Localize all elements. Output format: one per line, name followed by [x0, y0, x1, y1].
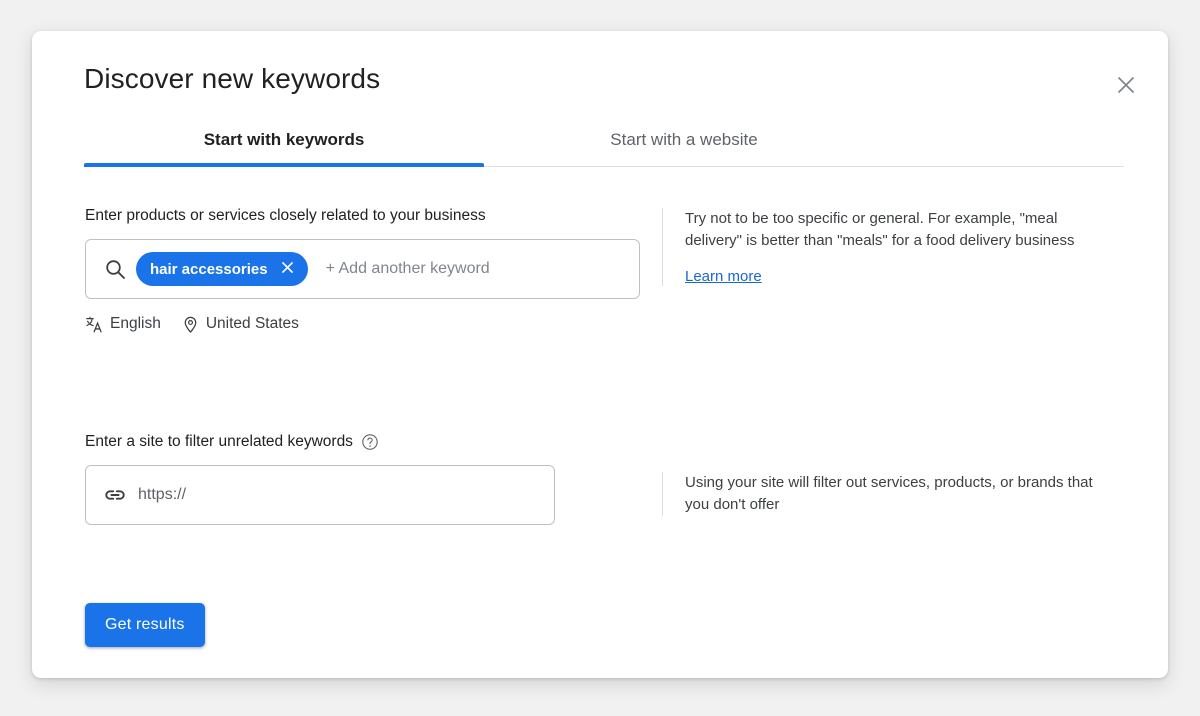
keywords-field-label: Enter products or services closely relat…: [85, 207, 486, 224]
help-circle-icon[interactable]: [361, 433, 379, 451]
keyword-chip-label: hair accessories: [150, 260, 268, 278]
site-url-placeholder[interactable]: https://: [138, 486, 542, 504]
site-hint-text: Using your site will filter out services…: [685, 474, 1093, 513]
search-icon: [98, 257, 132, 281]
language-selector[interactable]: English: [85, 315, 161, 334]
close-icon: [1115, 74, 1137, 96]
location-pin-icon: [181, 315, 200, 334]
translate-icon: [85, 315, 104, 334]
tab-bar: Start with keywords Start with a website: [84, 113, 1124, 167]
language-label: English: [110, 315, 161, 332]
site-hint-panel: Using your site will filter out services…: [662, 472, 1110, 516]
location-label: United States: [205, 315, 299, 332]
keyword-meta-row: English United States: [85, 311, 299, 337]
link-icon: [98, 483, 132, 507]
get-results-button[interactable]: Get results: [85, 603, 205, 647]
learn-more-link[interactable]: Learn more: [685, 268, 762, 285]
location-selector[interactable]: United States: [181, 315, 299, 334]
add-another-keyword-input[interactable]: + Add another keyword: [326, 260, 627, 278]
keywords-hint-text: Try not to be too specific or general. F…: [685, 210, 1075, 249]
close-icon: [280, 260, 295, 278]
discover-keywords-dialog: Discover new keywords Start with keyword…: [32, 31, 1168, 678]
keywords-hint-panel: Try not to be too specific or general. F…: [662, 208, 1110, 286]
keyword-chip-remove-button[interactable]: [276, 257, 300, 281]
close-button[interactable]: [1106, 65, 1146, 105]
site-field-label: Enter a site to filter unrelated keyword…: [85, 433, 353, 450]
tab-start-with-website[interactable]: Start with a website: [484, 113, 884, 166]
keyword-chip[interactable]: hair accessories: [136, 252, 308, 286]
keywords-input-field[interactable]: hair accessories + Add another keyword: [85, 239, 640, 299]
tab-start-with-keywords[interactable]: Start with keywords: [84, 113, 484, 166]
site-field-label-row: Enter a site to filter unrelated keyword…: [85, 433, 379, 451]
page-title: Discover new keywords: [84, 63, 381, 94]
tab-active-indicator: [84, 163, 484, 167]
site-url-input-field[interactable]: https://: [85, 465, 555, 525]
